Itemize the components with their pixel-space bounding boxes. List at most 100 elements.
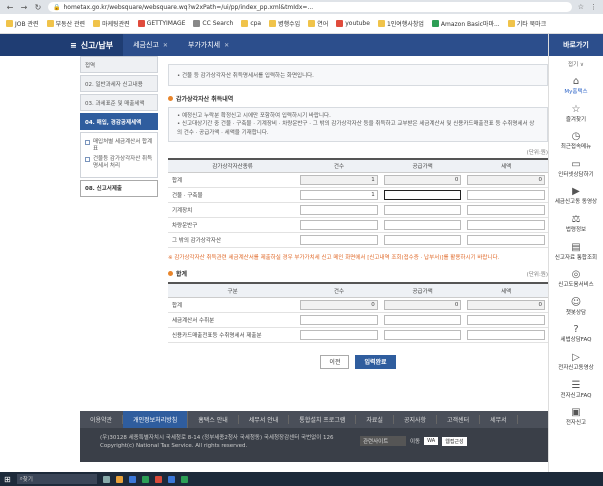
tax-field[interactable]: [467, 314, 545, 325]
sidebar-item-data[interactable]: ▤ 신고자료 통합조회: [549, 238, 603, 266]
tax-field[interactable]: [467, 205, 545, 216]
sidebar-item-e-filing[interactable]: ▣ 전자신고: [549, 403, 603, 431]
amount-field[interactable]: [383, 220, 462, 231]
tab-filing-payment[interactable]: ≡ 신고/납부: [0, 34, 124, 56]
quick-links-sidebar: 바로가기 접기 ∨ ⌂ My홈택스 ☆ 즐겨찾기 ◷ 최근접속메뉴 ▭ 인터넷상담하기 …: [548, 34, 603, 472]
footer-link[interactable]: 홈택스 안내: [188, 415, 239, 424]
related-site-select[interactable]: 관련사이트: [360, 436, 406, 446]
lock-icon: 🔒: [53, 3, 61, 11]
step-item-submit[interactable]: 08. 신고서제출: [80, 179, 158, 197]
bookmark-item[interactable]: 1인여행사창업: [377, 19, 424, 28]
sidebar-item-myhometax[interactable]: ⌂ My홈택스: [549, 72, 603, 100]
amount-field[interactable]: [383, 190, 462, 201]
footer-link[interactable]: 자료실: [356, 415, 394, 424]
substep-item[interactable]: 건물등 감가상각자산 취득명세서 처리: [85, 156, 153, 170]
footer-link[interactable]: 세무서 안내: [239, 415, 290, 424]
folder-icon: [6, 20, 13, 27]
windows-icon[interactable]: ⊞: [4, 475, 11, 484]
star-icon[interactable]: ☆: [578, 3, 584, 11]
count-field[interactable]: 1: [300, 190, 378, 201]
amount-field[interactable]: [383, 235, 462, 246]
sidebar-item-e-faq[interactable]: ☰ 전자신고FAQ: [549, 376, 603, 404]
footer-tools: 관련사이트 이동 WA 웹접근성: [360, 436, 467, 446]
footer-link[interactable]: 이용약관: [80, 415, 124, 424]
notes-box: • 예정신고 누락분 확정신고 시에만 포함하여 입력하시기 바랍니다. • 신…: [168, 107, 548, 142]
substep-item[interactable]: 매입처별 세금계산서 합계표: [85, 139, 153, 153]
count-field: 0: [300, 299, 378, 310]
reload-icon[interactable]: ↻: [34, 3, 42, 12]
count-field[interactable]: [300, 220, 378, 231]
bookmark-item[interactable]: Amazon Basic마마...: [431, 19, 500, 28]
bookmark-item[interactable]: 기타 북마크: [507, 19, 546, 28]
footer-link[interactable]: 세무서: [480, 415, 518, 424]
asset-table: 감가상각자산종류 건수 공급가액 세액 합계 1 0 0 건물 · 구축물 1 …: [168, 157, 548, 249]
address-bar[interactable]: 🔒 hometax.go.kr/websquare/websquare.wq?w…: [48, 2, 572, 12]
move-button[interactable]: 이동: [410, 437, 420, 445]
row-label: 건물 · 구축물: [168, 187, 298, 204]
bookmark-item[interactable]: youtube: [336, 20, 370, 27]
tax-field[interactable]: [467, 235, 545, 246]
bookmark-item[interactable]: 부동산 관련: [46, 19, 85, 28]
tab-vat[interactable]: 부가가치세 ✕: [178, 34, 239, 56]
bookmark-item[interactable]: 병행수입: [269, 19, 300, 28]
folder-icon: [269, 20, 277, 27]
bookmark-item[interactable]: 연어: [308, 19, 328, 28]
table-row: 차량운반구: [168, 217, 548, 234]
close-icon[interactable]: ✕: [224, 42, 229, 49]
count-field[interactable]: [300, 329, 378, 340]
bookmark-item[interactable]: cpa: [241, 20, 261, 27]
count-field[interactable]: [300, 314, 378, 325]
taskview-icon[interactable]: [102, 475, 110, 483]
footer-link[interactable]: 공지사항: [394, 415, 438, 424]
bookmark-item[interactable]: JOB 관련: [6, 19, 39, 28]
mail-icon[interactable]: [128, 475, 136, 483]
footer-link[interactable]: 통합설치 프로그램: [289, 415, 357, 424]
count-field[interactable]: [300, 205, 378, 216]
column-header: 세액: [464, 282, 548, 298]
fold-button[interactable]: 접기 ∨: [549, 60, 603, 68]
submit-button[interactable]: 입력완료: [355, 354, 396, 369]
bookmark-item[interactable]: 마케팅관련: [93, 19, 130, 28]
sidebar-item-consult[interactable]: ▭ 인터넷상담하기: [549, 155, 603, 183]
bookmark-item[interactable]: CC Search: [193, 20, 233, 27]
word-icon[interactable]: [167, 475, 175, 483]
tax-field[interactable]: [467, 220, 545, 231]
step-item[interactable]: 03. 과세표준 및 매출세액: [80, 94, 158, 111]
sidebar-item-video[interactable]: ▶ 세금신고동 동영상: [549, 182, 603, 210]
prev-button[interactable]: 이전: [320, 354, 350, 369]
back-icon[interactable]: ←: [6, 3, 14, 12]
sidebar-item-faq[interactable]: ? 세법상담FAQ: [549, 320, 603, 348]
count-field[interactable]: [300, 235, 378, 246]
excel-icon[interactable]: [180, 475, 188, 483]
menu-icon[interactable]: ⋮: [590, 3, 597, 11]
close-icon[interactable]: ✕: [163, 42, 168, 49]
sidebar-item-e-video[interactable]: ▷ 전자신고동영상: [549, 348, 603, 376]
sidebar-item-favorites[interactable]: ☆ 즐겨찾기: [549, 100, 603, 128]
tab-tax-filing[interactable]: 세금신고 ✕: [123, 34, 178, 56]
forward-icon[interactable]: →: [20, 3, 28, 12]
amount-field[interactable]: [383, 205, 462, 216]
folder-icon[interactable]: [115, 475, 123, 483]
chrome-icon[interactable]: [141, 475, 149, 483]
sidebar-item-help[interactable]: ◎ 신고도움서비스: [549, 265, 603, 293]
scale-icon: ⚖: [571, 213, 581, 225]
sidebar-item-recent[interactable]: ◷ 최근접속메뉴: [549, 127, 603, 155]
step-item-active[interactable]: 04. 매입, 경감공제세액: [80, 113, 158, 130]
taskbar-search[interactable]: ⌕ 찾기: [16, 474, 97, 484]
chat-icon: ☺: [570, 296, 582, 308]
app-icon[interactable]: [154, 475, 162, 483]
folder-icon: [308, 20, 316, 27]
amount-field[interactable]: [383, 329, 462, 340]
amount-field[interactable]: [383, 314, 462, 325]
help-icon: ◎: [571, 269, 581, 281]
sidebar-item-law[interactable]: ⚖ 법령정보: [549, 210, 603, 238]
footer-link-privacy[interactable]: 개인정보처리방침: [123, 411, 189, 428]
step-item[interactable]: 02. 일반과세자 신고내용: [80, 75, 158, 92]
sidebar-item-chatbot[interactable]: ☺ 챗봇상담: [549, 293, 603, 321]
tax-field[interactable]: [467, 329, 545, 340]
bookmark-item[interactable]: GETTYIMAGE: [137, 20, 185, 27]
footer-link[interactable]: 고객센터: [437, 415, 481, 424]
tax-field[interactable]: [467, 190, 545, 201]
document-icon: ▤: [571, 241, 581, 253]
step-item[interactable]: 접역: [80, 56, 158, 73]
